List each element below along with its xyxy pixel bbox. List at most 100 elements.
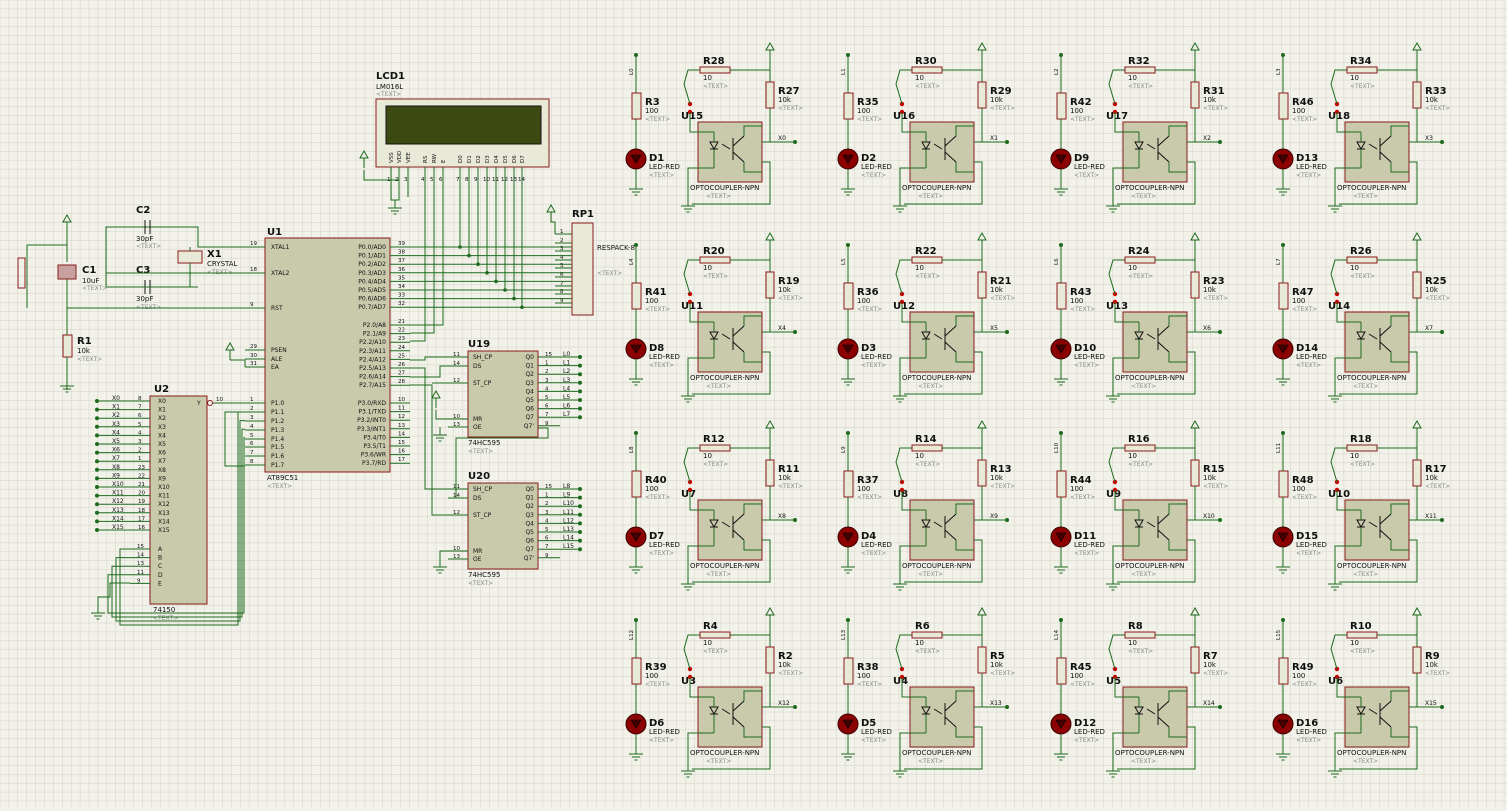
cell-wire: [683, 69, 700, 105]
input-resistor: [1278, 470, 1289, 498]
cell-net-label: L5: [841, 258, 847, 265]
mux-pin-name: X8: [158, 467, 166, 474]
mcu-pin-name: P2.0/A8: [363, 322, 386, 329]
led-text: <TEXT>: [649, 362, 674, 369]
pullup-resistor-value: 10k: [990, 96, 1004, 104]
input-resistor-text: <TEXT>: [1292, 681, 1317, 688]
ground-icon: [1054, 566, 1068, 574]
cell-wire: [895, 69, 912, 105]
mcu-pin-name: P0.1/AD1: [358, 253, 386, 260]
cell-wire: [974, 298, 983, 333]
mux-net-label: X13: [112, 507, 124, 514]
pullup-resistor: [977, 646, 987, 674]
top-resistor-text: <TEXT>: [1350, 83, 1375, 90]
c1-text: <TEXT>: [82, 285, 107, 292]
ground-icon: [841, 188, 855, 196]
mux-74150[interactable]: U2 74150 <TEXT> X0 8 X0X1 7 X1X2 6 X2X3 5 X3X4 4 X…: [91, 384, 245, 626]
ground-icon: [681, 583, 695, 591]
power-icon: [1412, 231, 1422, 241]
optocoupler-text: <TEXT>: [1353, 571, 1378, 578]
sr-out-label: L11: [563, 509, 574, 516]
cell-net-label: L6: [1054, 258, 1060, 265]
lcd-pin-number: 13: [510, 177, 517, 183]
ground-icon: [1054, 378, 1068, 386]
mcu-at89c51[interactable]: U1 AT89C51 <TEXT> 19 XTAL118 XTAL29 RST29 PS…: [245, 227, 410, 490]
optocoupler-value: OPTOCOUPLER-NPN: [902, 184, 971, 192]
top-resistor-ref: R8: [1128, 621, 1143, 632]
cell-output-label: X5: [990, 325, 998, 332]
power-icon: [359, 149, 369, 159]
mux-net-label: X5: [112, 438, 120, 445]
pullup-resistor-value: 10k: [778, 96, 792, 104]
optocoupler-text: <TEXT>: [706, 383, 731, 390]
cell-wire: [1187, 108, 1196, 143]
ground-icon: [841, 566, 855, 574]
sr-pin-name: Q0: [525, 486, 534, 493]
cell-wire: [1409, 486, 1418, 521]
input-resistor-value: 100: [645, 107, 658, 115]
mux-pin-name: X3: [158, 424, 166, 431]
u19-ref: U19: [468, 339, 490, 350]
mr-wire: [439, 550, 448, 560]
top-resistor: [1124, 256, 1156, 264]
pullup-resistor-text: <TEXT>: [778, 670, 803, 677]
lcd-e-wire: [410, 190, 444, 326]
net-terminal: [95, 485, 99, 489]
mcu-pin-name: P0.3/AD3: [358, 270, 386, 277]
sr-out-label: L1: [563, 360, 570, 367]
ground-icon: [681, 205, 695, 213]
mcu-pin-number: 17: [398, 457, 405, 463]
lcd-pin-number: 5: [430, 177, 434, 183]
net-terminal: [1005, 330, 1009, 334]
net-terminal: [578, 487, 582, 491]
sr-pin-name: Q5: [525, 397, 534, 404]
mux-pin-name: C: [158, 563, 162, 570]
optocoupler-text: <TEXT>: [1131, 383, 1156, 390]
sr-pin-name: Q7': [524, 555, 535, 562]
ground-icon: [893, 205, 907, 213]
optocoupler-cell-u3[interactable]: L12R39100<TEXT>D6LED-RED<TEXT>U3OPTOCOUP…: [625, 606, 803, 778]
sr-pin-number: 2: [545, 501, 549, 507]
mcu-pin-name: P1.0: [271, 400, 284, 407]
cell-wire: [1330, 447, 1347, 483]
input-resistor-text: <TEXT>: [1292, 494, 1317, 501]
led-value: LED-RED: [861, 163, 892, 171]
sr-pin-number: 13: [453, 554, 460, 560]
sr-pin-number: 2: [545, 369, 549, 375]
ground-icon: [388, 207, 402, 215]
cell-wire: [683, 447, 700, 483]
cell-output-label: X11: [1425, 513, 1437, 520]
mux-net-label: X4: [112, 429, 120, 436]
ground-icon: [681, 770, 695, 778]
sr-out-label: L10: [563, 500, 574, 507]
top-resistor-value: 10: [915, 74, 924, 82]
cell-output-label: X0: [778, 135, 786, 142]
pullup-resistor-text: <TEXT>: [990, 295, 1015, 302]
mcu-pin-name: P1.5: [271, 444, 284, 451]
cell-output-label: X10: [1203, 513, 1215, 520]
net-terminal: [578, 504, 582, 509]
pullup-resistor-text: <TEXT>: [1425, 105, 1450, 112]
cell-wire: [762, 108, 771, 143]
respack-value: RESPACK-8: [597, 244, 635, 252]
led-text: <TEXT>: [861, 737, 886, 744]
net-terminal: [793, 330, 797, 334]
input-resistor: [1278, 657, 1289, 685]
optocoupler-body: [1344, 311, 1410, 373]
cell-net-label: L10: [1054, 442, 1060, 453]
input-resistor-text: <TEXT>: [645, 306, 670, 313]
optocoupler-cell-u4[interactable]: L13R38100<TEXT>D5LED-RED<TEXT>U4OPTOCOUP…: [837, 606, 1015, 778]
input-resistor-value: 100: [1070, 672, 1083, 680]
led-value: LED-RED: [1296, 163, 1327, 171]
top-resistor: [1346, 444, 1378, 452]
top-resistor: [1346, 256, 1378, 264]
sr-pin-number: 6: [545, 404, 549, 410]
mcu-pin-name: P0.6/AD6: [358, 296, 386, 303]
mux-pin-name: X7: [158, 458, 166, 465]
reset-button-icon: [17, 257, 26, 289]
optocoupler-cell-u7[interactable]: L8R40100<TEXT>D7LED-RED<TEXT>U7OPTOCOUPL…: [625, 419, 803, 591]
r1-value: 10k: [77, 347, 91, 355]
optocoupler-cell-u8[interactable]: L9R37100<TEXT>D4LED-RED<TEXT>U8OPTOCOUPL…: [837, 419, 1015, 591]
sck-wire: [410, 356, 448, 361]
oscillator-reset[interactable]: C2 30pF <TEXT> C3 30pF <TEXT> X1 CRYSTAL…: [17, 205, 245, 393]
